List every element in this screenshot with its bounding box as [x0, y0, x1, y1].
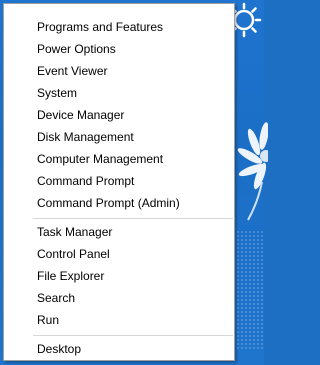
wallpaper-pattern	[236, 230, 264, 350]
menu-item-system[interactable]: System	[5, 83, 233, 104]
menu-item-programs-and-features[interactable]: Programs and Features	[5, 17, 233, 38]
menu-item-label: Command Prompt	[37, 174, 135, 188]
menu-item-label: Device Manager	[37, 108, 125, 122]
menu-item-label: Run	[37, 313, 60, 327]
menu-item-label: Disk Management	[37, 130, 134, 144]
menu-item-label: Command Prompt (Admin)	[37, 196, 180, 210]
menu-item-run[interactable]: Run	[5, 310, 233, 331]
menu-item-control-panel[interactable]: Control Panel	[5, 244, 233, 265]
menu-separator	[33, 218, 233, 219]
menu-item-desktop[interactable]: Desktop	[5, 339, 233, 360]
menu-item-label: Event Viewer	[37, 64, 108, 78]
menu-item-command-prompt-admin[interactable]: Command Prompt (Admin)	[5, 193, 233, 214]
menu-separator	[33, 335, 233, 336]
menu-item-task-manager[interactable]: Task Manager	[5, 222, 233, 243]
menu-item-computer-management[interactable]: Computer Management	[5, 149, 233, 170]
menu-item-label: Programs and Features	[37, 20, 164, 34]
power-user-menu: Programs and Features Power Options Even…	[3, 3, 235, 361]
menu-item-device-manager[interactable]: Device Manager	[5, 105, 233, 126]
menu-item-label: File Explorer	[37, 269, 105, 283]
menu-item-label: Computer Management	[37, 152, 164, 166]
menu-item-file-explorer[interactable]: File Explorer	[5, 266, 233, 287]
menu-item-power-options[interactable]: Power Options	[5, 39, 233, 60]
menu-item-label: Desktop	[37, 342, 82, 356]
menu-item-label: Task Manager	[37, 225, 113, 239]
menu-item-event-viewer[interactable]: Event Viewer	[5, 61, 233, 82]
menu-item-label: System	[37, 86, 78, 100]
menu-item-disk-management[interactable]: Disk Management	[5, 127, 233, 148]
menu-item-label: Search	[37, 291, 76, 305]
menu-item-command-prompt[interactable]: Command Prompt	[5, 171, 233, 192]
menu-item-search[interactable]: Search	[5, 288, 233, 309]
menu-item-label: Power Options	[37, 42, 116, 56]
menu-item-label: Control Panel	[37, 247, 110, 261]
